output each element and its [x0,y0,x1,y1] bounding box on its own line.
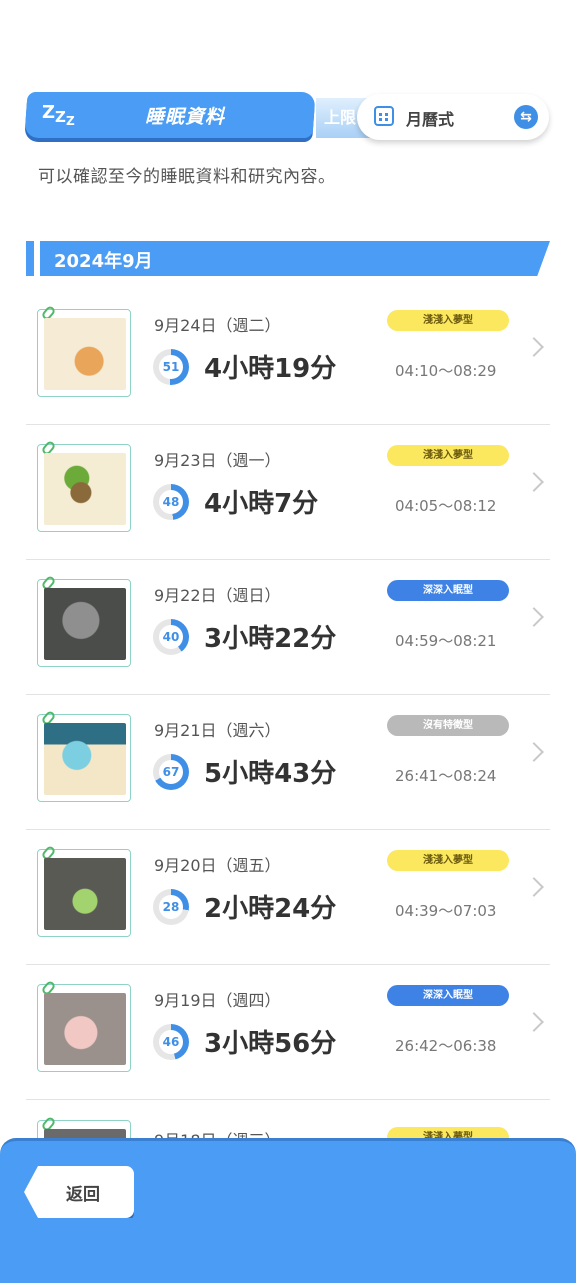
sleep-score: 48 [159,490,183,514]
sleep-type-badge: 深深入眠型 [387,985,509,1006]
sleep-score-ring: 40 [153,619,189,655]
sleep-thumbnail [44,453,126,525]
sleep-score-ring: 67 [153,754,189,790]
entry-date: 9月20日（週五） [154,856,281,875]
list-item[interactable]: 9月22日（週日） 40 3小時22分 深深入眠型 04:59～08:21 [26,560,550,695]
month-header: 2024年9月 [26,241,550,276]
sleep-duration: 3小時22分 [204,624,337,654]
sleep-time-range: 04:10～08:29 [395,362,497,380]
sleep-thumbnail [44,858,126,930]
entry-date: 9月22日（週日） [154,586,281,605]
sleep-type-badge: 沒有特徵型 [387,715,509,736]
chevron-right-icon[interactable] [524,337,544,357]
chevron-right-icon[interactable] [524,742,544,762]
sleep-time-range: 04:39～07:03 [395,902,497,920]
sleep-time-range: 04:59～08:21 [395,632,497,650]
sleep-time-range: 26:42～06:38 [395,1037,497,1055]
sleep-duration: 3小時56分 [204,1029,337,1059]
sleep-duration: 2小時24分 [204,894,337,924]
sleep-score: 46 [159,1030,183,1054]
sleep-score-ring: 28 [153,889,189,925]
swap-icon[interactable]: ⇆ [514,105,538,129]
sleep-thumbnail [44,318,126,390]
sleep-time-range: 26:41～08:24 [395,767,497,785]
view-mode-label: 月曆式 [406,110,455,129]
month-label: 2024年9月 [54,251,153,272]
sleep-duration: 5小時43分 [204,759,337,789]
back-button-label: 返回 [66,1185,100,1205]
sleep-type-badge: 淺淺入夢型 [387,850,509,871]
chevron-right-icon[interactable] [524,1012,544,1032]
page-description: 可以確認至今的睡眠資料和研究內容。 [38,167,336,187]
sleep-type-badge: 淺淺入夢型 [387,310,509,331]
sleep-thumbnail [44,723,126,795]
entry-date: 9月19日（週四） [154,991,281,1010]
list-item[interactable]: 9月24日（週二） 51 4小時19分 淺淺入夢型 04:10～08:29 [26,290,550,425]
entry-date: 9月23日（週一） [154,451,281,470]
calendar-icon [374,106,394,126]
sleep-score-ring: 51 [153,349,189,385]
list-item[interactable]: 9月21日（週六） 67 5小時43分 沒有特徵型 26:41～08:24 [26,695,550,830]
sleep-thumbnail-frame [37,709,131,802]
sleep-score-ring: 48 [153,484,189,520]
sleep-score: 28 [159,895,183,919]
sleep-thumbnail-frame [37,844,131,937]
sleep-score: 40 [159,625,183,649]
list-item[interactable]: 9月19日（週四） 46 3小時56分 深深入眠型 26:42～06:38 [26,965,550,1100]
sleep-thumbnail [44,588,126,660]
list-item[interactable]: 9月23日（週一） 48 4小時7分 淺淺入夢型 04:05～08:12 [26,425,550,560]
sleep-thumbnail-frame [37,979,131,1072]
chevron-right-icon[interactable] [524,877,544,897]
sleep-thumbnail-frame [37,439,131,532]
sleep-duration: 4小時19分 [204,354,337,384]
page-title: 睡眠資料 [144,106,225,128]
sleep-type-badge: 淺淺入夢型 [387,445,509,466]
sleep-type-badge: 深深入眠型 [387,580,509,601]
sleep-score-ring: 46 [153,1024,189,1060]
sleep-time-range: 04:05～08:12 [395,497,497,515]
entry-date: 9月24日（週二） [154,316,281,335]
sleep-thumbnail-frame [37,304,131,397]
sleep-score: 67 [159,760,183,784]
chevron-right-icon[interactable] [524,607,544,627]
list-item[interactable]: 9月20日（週五） 28 2小時24分 淺淺入夢型 04:39～07:03 [26,830,550,965]
sleep-score: 51 [159,355,183,379]
sleep-duration: 4小時7分 [204,489,319,519]
sleep-thumbnail [44,993,126,1065]
entry-date: 9月21日（週六） [154,721,281,740]
sleep-thumbnail-frame [37,574,131,667]
chevron-right-icon[interactable] [524,472,544,492]
zzz-sleep-icon: Z Z Z [42,102,75,128]
